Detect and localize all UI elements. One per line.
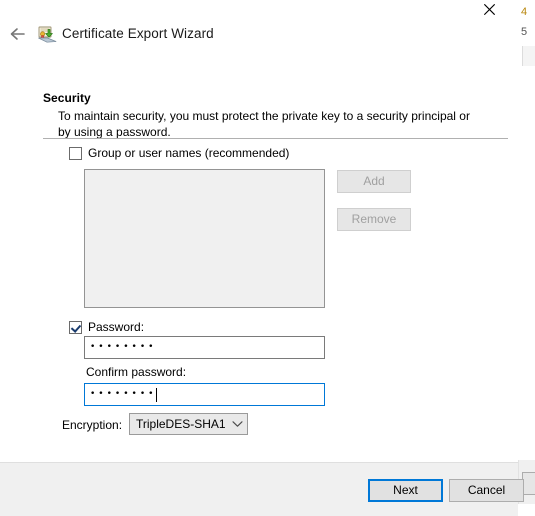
confirm-password-label: Confirm password: — [86, 365, 187, 379]
wizard-footer: Next Cancel — [0, 462, 524, 516]
background-panel — [522, 46, 535, 66]
section-heading: Security — [43, 91, 91, 105]
close-icon[interactable] — [477, 0, 501, 18]
section-description: To maintain security, you must protect t… — [58, 109, 470, 139]
wizard-body: Security To maintain security, you must … — [0, 62, 518, 462]
password-checkbox[interactable]: Password: — [69, 320, 144, 334]
group-or-user-names-listbox[interactable] — [84, 169, 325, 308]
background-window-sliver: 4 5 — [518, 0, 535, 516]
group-or-user-names-label: Group or user names (recommended) — [88, 146, 290, 160]
text-cursor — [156, 387, 158, 402]
back-arrow-icon[interactable] — [6, 22, 30, 46]
cancel-button[interactable]: Cancel — [449, 479, 524, 502]
group-or-user-names-checkbox[interactable]: Group or user names (recommended) — [69, 146, 289, 160]
password-checkbox-label: Password: — [88, 320, 145, 334]
checkbox-box-password — [69, 320, 82, 334]
certificate-export-icon — [38, 24, 57, 43]
background-text-fragment-1: 4 — [521, 6, 528, 18]
encryption-selected-value: TripleDES-SHA1 — [136, 417, 226, 431]
certificate-export-wizard-dialog: Certificate Export Wizard Security To ma… — [0, 0, 524, 516]
horizontal-separator — [43, 138, 508, 139]
encryption-dropdown[interactable]: TripleDES-SHA1 — [129, 413, 248, 435]
page-title: Certificate Export Wizard — [62, 26, 214, 41]
checkbox-box-group-names — [69, 146, 82, 160]
password-input-value: •••••••• — [90, 342, 157, 352]
chevron-down-icon — [227, 420, 247, 428]
remove-button[interactable]: Remove — [337, 208, 411, 231]
add-button[interactable]: Add — [337, 170, 411, 193]
background-text-fragment-2: 5 — [521, 26, 528, 38]
wizard-header: Certificate Export Wizard — [0, 0, 518, 62]
next-button[interactable]: Next — [368, 479, 443, 502]
confirm-password-input[interactable]: •••••••• — [84, 383, 325, 406]
confirm-password-input-value: •••••••• — [90, 389, 157, 399]
password-input[interactable]: •••••••• — [84, 336, 325, 359]
encryption-label: Encryption: — [62, 418, 123, 432]
